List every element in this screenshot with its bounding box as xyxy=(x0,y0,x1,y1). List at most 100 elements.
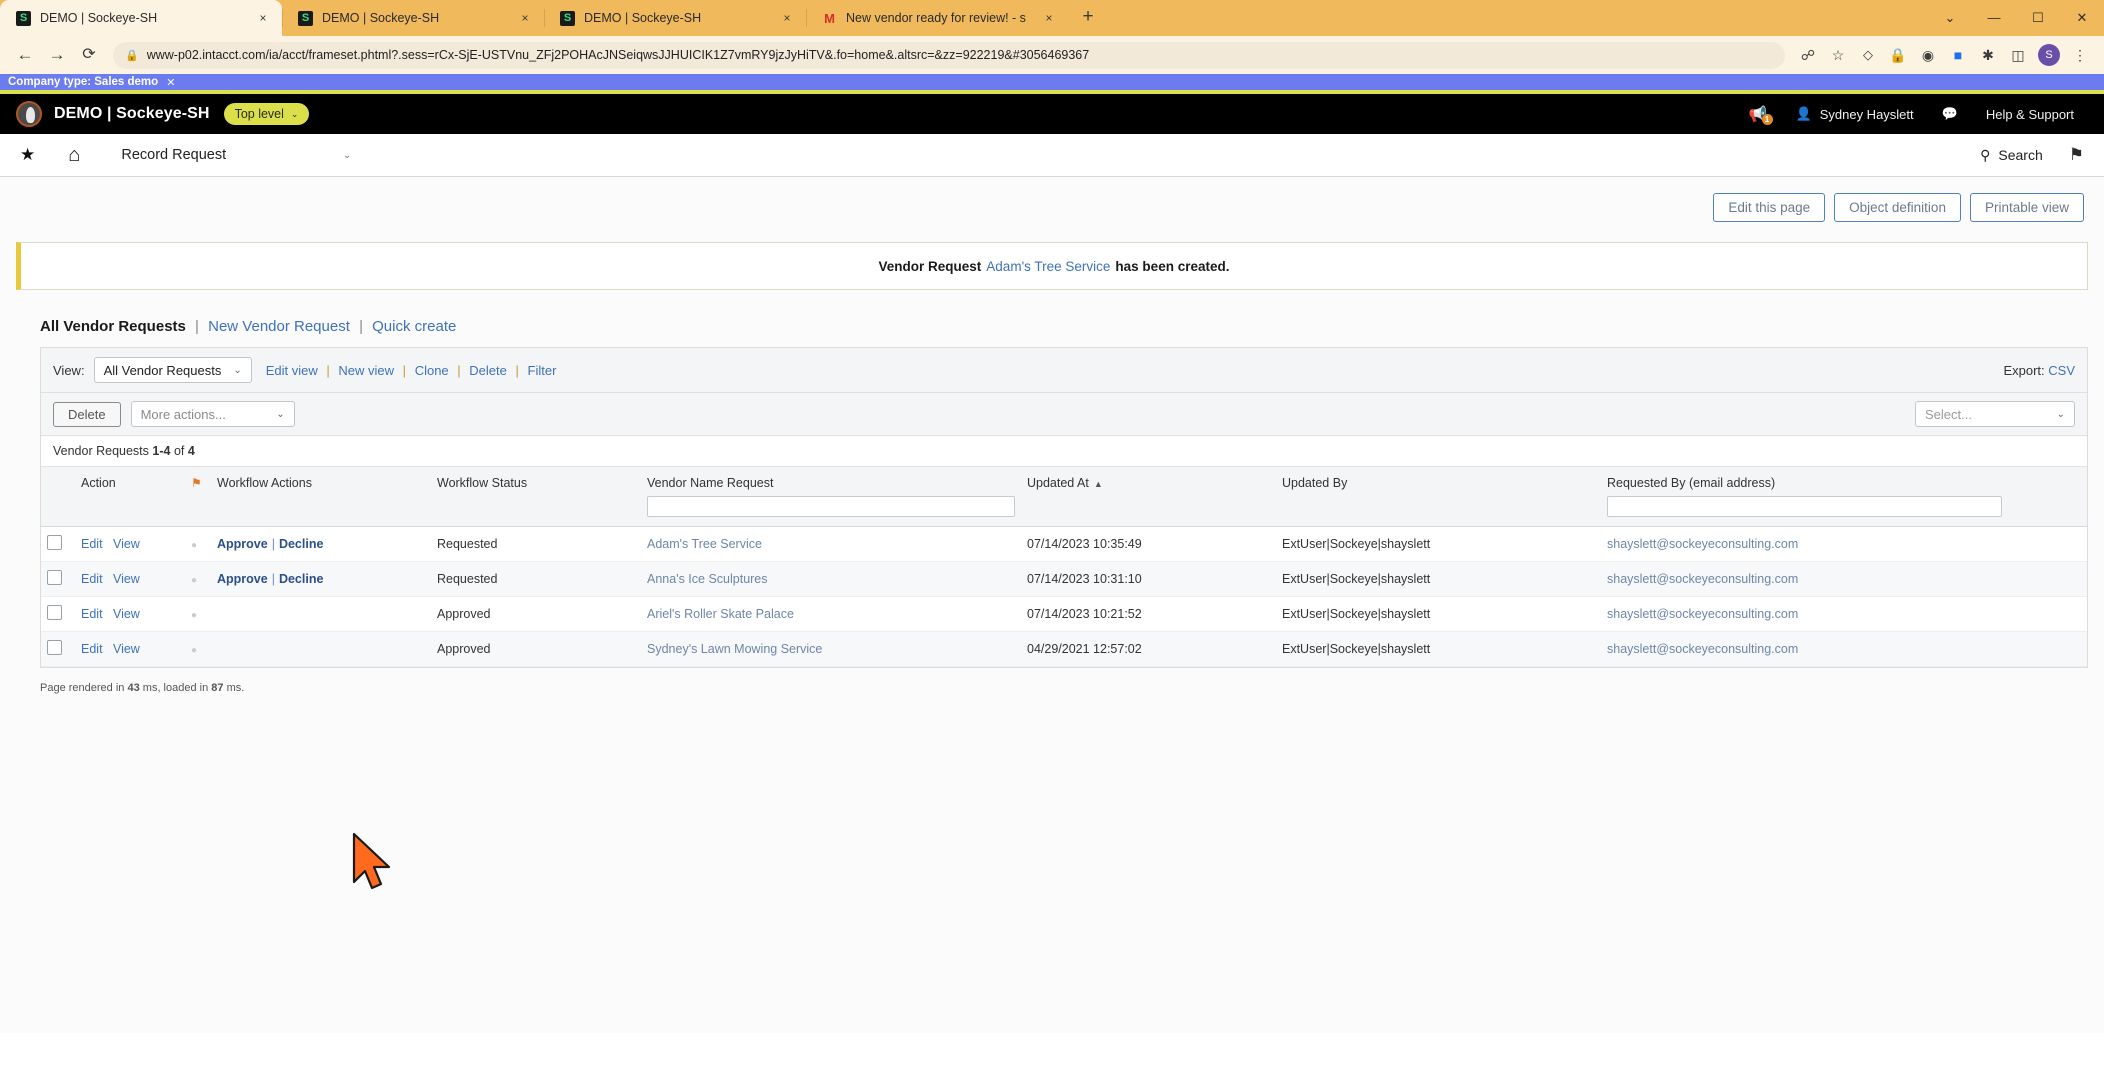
column-updated-by[interactable]: Updated By xyxy=(1276,466,1601,527)
row-checkbox[interactable] xyxy=(47,535,62,550)
close-tab-icon[interactable]: × xyxy=(780,11,794,25)
extension-icon[interactable]: ■ xyxy=(1944,41,1972,69)
vendor-link[interactable]: Sydney's Lawn Mowing Service xyxy=(647,642,822,656)
vendor-link[interactable]: Anna's Ice Sculptures xyxy=(647,572,768,586)
edit-link[interactable]: Edit xyxy=(81,572,103,586)
edit-this-page-button[interactable]: Edit this page xyxy=(1713,193,1826,222)
entity-selector[interactable]: Top level ⌄ xyxy=(223,103,310,125)
requested-by-link[interactable]: shayslett@sockeyeconsulting.com xyxy=(1607,537,1798,551)
flag-toggle-icon[interactable]: ● xyxy=(191,610,197,621)
window-icon[interactable]: ◫ xyxy=(2004,41,2032,69)
row-checkbox[interactable] xyxy=(47,640,62,655)
table-row[interactable]: Edit View ● Approve | Decline Requested An… xyxy=(41,561,2087,597)
select-dropdown[interactable]: Select... ⌄ xyxy=(1915,401,2075,427)
close-tab-icon[interactable]: × xyxy=(256,11,270,25)
edit-view-link[interactable]: Edit view xyxy=(266,363,318,378)
requested-by-filter-input[interactable] xyxy=(1607,496,2002,517)
star-icon[interactable]: ★ xyxy=(20,145,35,165)
announcements-button[interactable]: 📢 1 xyxy=(1735,105,1782,125)
row-checkbox[interactable] xyxy=(47,570,62,585)
quick-create-link[interactable]: Quick create xyxy=(372,318,456,335)
export-csv-link[interactable]: CSV xyxy=(2048,363,2075,378)
requested-by-link[interactable]: shayslett@sockeyeconsulting.com xyxy=(1607,572,1798,586)
close-tab-icon[interactable]: × xyxy=(518,11,532,25)
vendor-name-filter-input[interactable] xyxy=(647,496,1015,517)
new-vendor-request-link[interactable]: New Vendor Request xyxy=(208,318,350,335)
table-row[interactable]: Edit View ● Approved Ariel's Roller Skat… xyxy=(41,596,2087,632)
column-workflow-actions[interactable]: Workflow Actions xyxy=(211,466,431,527)
row-checkbox[interactable] xyxy=(47,605,62,620)
chat-button[interactable]: 💬 xyxy=(1928,106,1972,122)
address-bar[interactable]: 🔒 www-p02.intacct.com/ia/acct/frameset.p… xyxy=(113,41,1785,69)
vendor-link[interactable]: Adam's Tree Service xyxy=(647,537,762,551)
column-vendor-name-request[interactable]: Vendor Name Request xyxy=(641,466,1021,527)
printable-view-button[interactable]: Printable view xyxy=(1969,193,2084,222)
view-select[interactable]: All Vendor Requests ⌄ xyxy=(93,357,252,383)
column-workflow-status[interactable]: Workflow Status xyxy=(431,466,641,527)
approve-link[interactable]: Approve xyxy=(217,572,268,586)
puzzle-icon[interactable]: ◇ xyxy=(1854,41,1882,69)
filter-link[interactable]: Filter xyxy=(528,363,557,378)
browser-tab-1[interactable]: S DEMO | Sockeye-SH × xyxy=(0,0,282,36)
bookmark-bar-icon[interactable]: ✱ xyxy=(1974,41,2002,69)
view-link[interactable]: View xyxy=(113,537,140,551)
column-flag[interactable]: ⚑ xyxy=(185,466,211,527)
view-link[interactable]: View xyxy=(113,572,140,586)
reload-icon[interactable]: ⟳ xyxy=(74,40,104,70)
column-updated-at[interactable]: Updated At ▲ xyxy=(1021,466,1276,527)
delete-view-link[interactable]: Delete xyxy=(469,363,507,378)
new-tab-button[interactable]: + xyxy=(1074,4,1102,32)
profile-avatar[interactable]: S xyxy=(2038,44,2060,66)
home-icon[interactable]: ⌂ xyxy=(68,144,80,167)
help-support-link[interactable]: Help & Support xyxy=(1972,107,2088,122)
cast-icon[interactable]: ◉ xyxy=(1914,41,1942,69)
vendor-link[interactable]: Ariel's Roller Skate Palace xyxy=(647,607,794,621)
close-tab-icon[interactable]: × xyxy=(1042,11,1056,25)
approve-link[interactable]: Approve xyxy=(217,537,268,551)
footer-text-3: ms. xyxy=(226,682,245,694)
object-definition-button[interactable]: Object definition xyxy=(1834,193,1961,222)
view-link[interactable]: View xyxy=(113,607,140,621)
row-checkbox-cell xyxy=(41,561,75,597)
browser-tab-3[interactable]: S DEMO | Sockeye-SH × xyxy=(544,0,806,36)
table-row[interactable]: Edit View ● Approve | Decline Requested Ad… xyxy=(41,526,2087,562)
requested-by-link[interactable]: shayslett@sockeyeconsulting.com xyxy=(1607,642,1798,656)
forward-icon[interactable]: → xyxy=(42,40,72,70)
flag-toggle-icon[interactable]: ● xyxy=(191,575,197,586)
more-actions-select[interactable]: More actions... ⌄ xyxy=(130,401,295,427)
menu-icon[interactable]: ⋮ xyxy=(2066,41,2094,69)
tab-search-icon[interactable]: ⌄ xyxy=(1928,0,1972,36)
new-view-link[interactable]: New view xyxy=(338,363,394,378)
row-vendor-name: Sydney's Lawn Mowing Service xyxy=(641,631,1021,667)
maximize-icon[interactable]: ☐ xyxy=(2016,0,2060,36)
requested-by-link[interactable]: shayslett@sockeyeconsulting.com xyxy=(1607,607,1798,621)
flag-toggle-icon[interactable]: ● xyxy=(191,645,197,656)
search-label: Search xyxy=(1998,147,2043,163)
module-selector[interactable]: Record Request ⌄ xyxy=(121,147,351,163)
edit-link[interactable]: Edit xyxy=(81,607,103,621)
back-icon[interactable]: ← xyxy=(10,40,40,70)
decline-link[interactable]: Decline xyxy=(279,572,323,586)
minimize-icon[interactable]: — xyxy=(1972,0,2016,36)
share-icon[interactable]: ☍ xyxy=(1794,41,1822,69)
edit-link[interactable]: Edit xyxy=(81,642,103,656)
clone-view-link[interactable]: Clone xyxy=(415,363,449,378)
browser-tab-4[interactable]: M New vendor ready for review! - s × xyxy=(806,0,1068,36)
star-icon[interactable]: ☆ xyxy=(1824,41,1852,69)
flag-toggle-icon[interactable]: ● xyxy=(191,540,197,551)
view-link[interactable]: View xyxy=(113,642,140,656)
search-button[interactable]: ⚲ Search xyxy=(1980,147,2043,164)
edit-link[interactable]: Edit xyxy=(81,537,103,551)
browser-tab-2[interactable]: S DEMO | Sockeye-SH × xyxy=(282,0,544,36)
close-window-icon[interactable]: ✕ xyxy=(2060,0,2104,36)
user-menu[interactable]: 👤 Sydney Hayslett xyxy=(1782,106,1928,122)
bookmark-icon[interactable]: ⚑ xyxy=(2069,145,2084,165)
table-row[interactable]: Edit View ● Approved Sydney's Lawn Mowin… xyxy=(41,631,2087,667)
column-action[interactable]: Action xyxy=(75,466,185,527)
delete-button[interactable]: Delete xyxy=(53,401,121,427)
alert-vendor-link[interactable]: Adam's Tree Service xyxy=(986,259,1110,274)
shield-icon[interactable]: 🔒 xyxy=(1884,41,1912,69)
close-banner-icon[interactable]: ✕ xyxy=(166,76,175,89)
column-requested-by[interactable]: Requested By (email address) xyxy=(1601,466,2087,527)
decline-link[interactable]: Decline xyxy=(279,537,323,551)
